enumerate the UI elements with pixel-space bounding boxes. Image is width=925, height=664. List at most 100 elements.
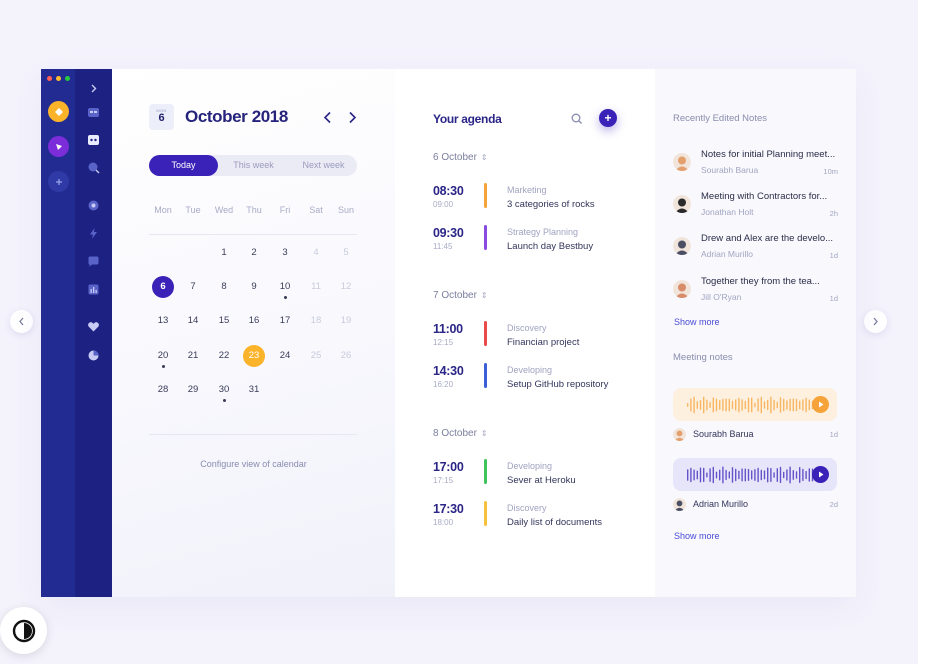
tab-next-week[interactable]: Next week [289,155,358,176]
nav-search[interactable] [87,161,100,174]
nav-explore[interactable] [87,199,100,212]
calendar-day[interactable]: 28 [152,379,174,401]
event-dot [223,399,226,402]
sort-icon[interactable]: ⇕ [481,429,488,438]
calendar-day[interactable]: 26 [335,345,357,367]
play-icon [812,466,829,483]
calendar-day[interactable]: 21 [182,345,204,367]
play-button[interactable] [812,466,829,483]
event-title[interactable]: Launch day Bestbuy [507,241,593,252]
calendar-day[interactable]: 12 [335,276,357,298]
show-more-meetings-link[interactable]: Show more [674,531,720,541]
agenda-panel: Your agenda + 6 October ⇕ 08:30 09:00 Market… [395,69,655,597]
calendar-day[interactable]: 16 [243,310,265,332]
nav-messages[interactable] [87,255,100,268]
nav-dashboard[interactable] [87,106,100,119]
calendar-day[interactable]: 7 [182,276,204,298]
tab-today[interactable]: Today [149,155,218,176]
event-title[interactable]: Financian project [507,337,579,348]
add-event-button[interactable]: + [599,109,617,127]
voice-note-card[interactable] [673,458,837,491]
calendar-day[interactable]: 11 [305,276,327,298]
calendar-day[interactable]: 9 [243,276,265,298]
nav-favorites[interactable] [87,320,100,333]
prev-slide-button[interactable] [10,310,33,333]
tab-this-week[interactable]: This week [219,155,288,176]
nav-analytics[interactable] [87,349,100,362]
note-title[interactable]: Notes for initial Planning meet... [701,149,846,160]
expand-sidebar-button[interactable] [87,82,100,95]
event-end-time: 17:15 [433,476,454,485]
event-title[interactable]: 3 categories of rocks [507,199,595,210]
calendar-day[interactable]: 24 [274,345,296,367]
event-start-time[interactable]: 17:30 [433,502,464,516]
weekday-label: Mon [154,205,172,215]
calendar-day[interactable]: 13 [152,310,174,332]
nav-reports[interactable] [87,283,100,296]
meeting-author: Adrian Murillo [693,499,749,509]
event-category: Strategy Planning [507,227,579,237]
calendar-day[interactable]: 30 [213,379,235,401]
next-month-button[interactable] [345,109,359,125]
calendar-day[interactable]: 20 [152,345,174,367]
calendar-day[interactable]: 29 [182,379,204,401]
calendar-day[interactable]: 15 [213,310,235,332]
calendar-day[interactable]: 10 [274,276,296,298]
chevron-right-icon [91,84,97,93]
play-button[interactable] [812,396,829,413]
event-end-time: 11:45 [433,242,453,251]
note-title[interactable]: Meeting with Contractors for... [701,191,846,202]
calendar-day[interactable]: 14 [182,310,204,332]
calendar-day[interactable]: 31 [243,379,265,401]
event-start-time[interactable]: 14:30 [433,364,464,378]
waveform [687,466,814,484]
note-title[interactable]: Together they from the tea... [701,276,846,287]
sort-icon[interactable]: ⇕ [481,291,488,300]
note-author: Jill O'Ryan [701,292,742,302]
nav-calendar[interactable] [87,133,100,146]
sort-icon[interactable]: ⇕ [481,153,488,162]
nav-activity[interactable] [87,227,100,240]
calendar-day[interactable]: 18 [305,310,327,332]
chevron-right-icon [348,111,356,123]
dashboard-icon [88,108,99,117]
event-title[interactable]: Daily list of documents [507,517,602,528]
event-start-time[interactable]: 09:30 [433,226,464,240]
workspace-yellow[interactable] [48,101,69,122]
prev-month-button[interactable] [320,109,334,125]
show-more-notes-link[interactable]: Show more [674,317,720,327]
note-title[interactable]: Drew and Alex are the develo... [701,233,846,244]
calendar-day[interactable]: 25 [305,345,327,367]
calendar-day[interactable]: 5 [335,242,357,264]
day-today[interactable]: 23 [243,345,265,367]
calendar-day[interactable]: 2 [243,242,265,264]
event-title[interactable]: Sever at Heroku [507,475,576,486]
calendar-day[interactable]: 3 [274,242,296,264]
voice-note-card[interactable] [673,388,837,421]
calendar-day[interactable]: 8 [213,276,235,298]
workspace-purple[interactable] [48,136,69,157]
next-slide-button[interactable] [864,310,887,333]
window-maximize-button[interactable] [65,76,70,81]
theme-toggle-button[interactable] [0,607,47,654]
calendar-bottom-divider [149,434,357,435]
calendar-day[interactable]: 4 [305,242,327,264]
day-selected[interactable]: 6 [152,276,174,298]
calendar-day[interactable]: 1 [213,242,235,264]
event-start-time[interactable]: 08:30 [433,184,464,198]
window-minimize-button[interactable] [56,76,61,81]
configure-calendar-link[interactable]: Configure view of calendar [112,459,395,469]
window-close-button[interactable] [47,76,52,81]
note-age: 10m [823,167,838,176]
event-title[interactable]: Setup GitHub repository [507,379,608,390]
calendar-day[interactable]: 22 [213,345,235,367]
agenda-search-button[interactable] [570,112,584,126]
event-start-time[interactable]: 17:00 [433,460,464,474]
event-start-time[interactable]: 11:00 [433,322,463,336]
calendar-day[interactable]: 19 [335,310,357,332]
play-icon [812,396,829,413]
search-icon [571,113,582,124]
calendar-day[interactable]: 17 [274,310,296,332]
note-author-avatar [673,237,691,255]
workspace-add-button[interactable] [48,171,69,192]
